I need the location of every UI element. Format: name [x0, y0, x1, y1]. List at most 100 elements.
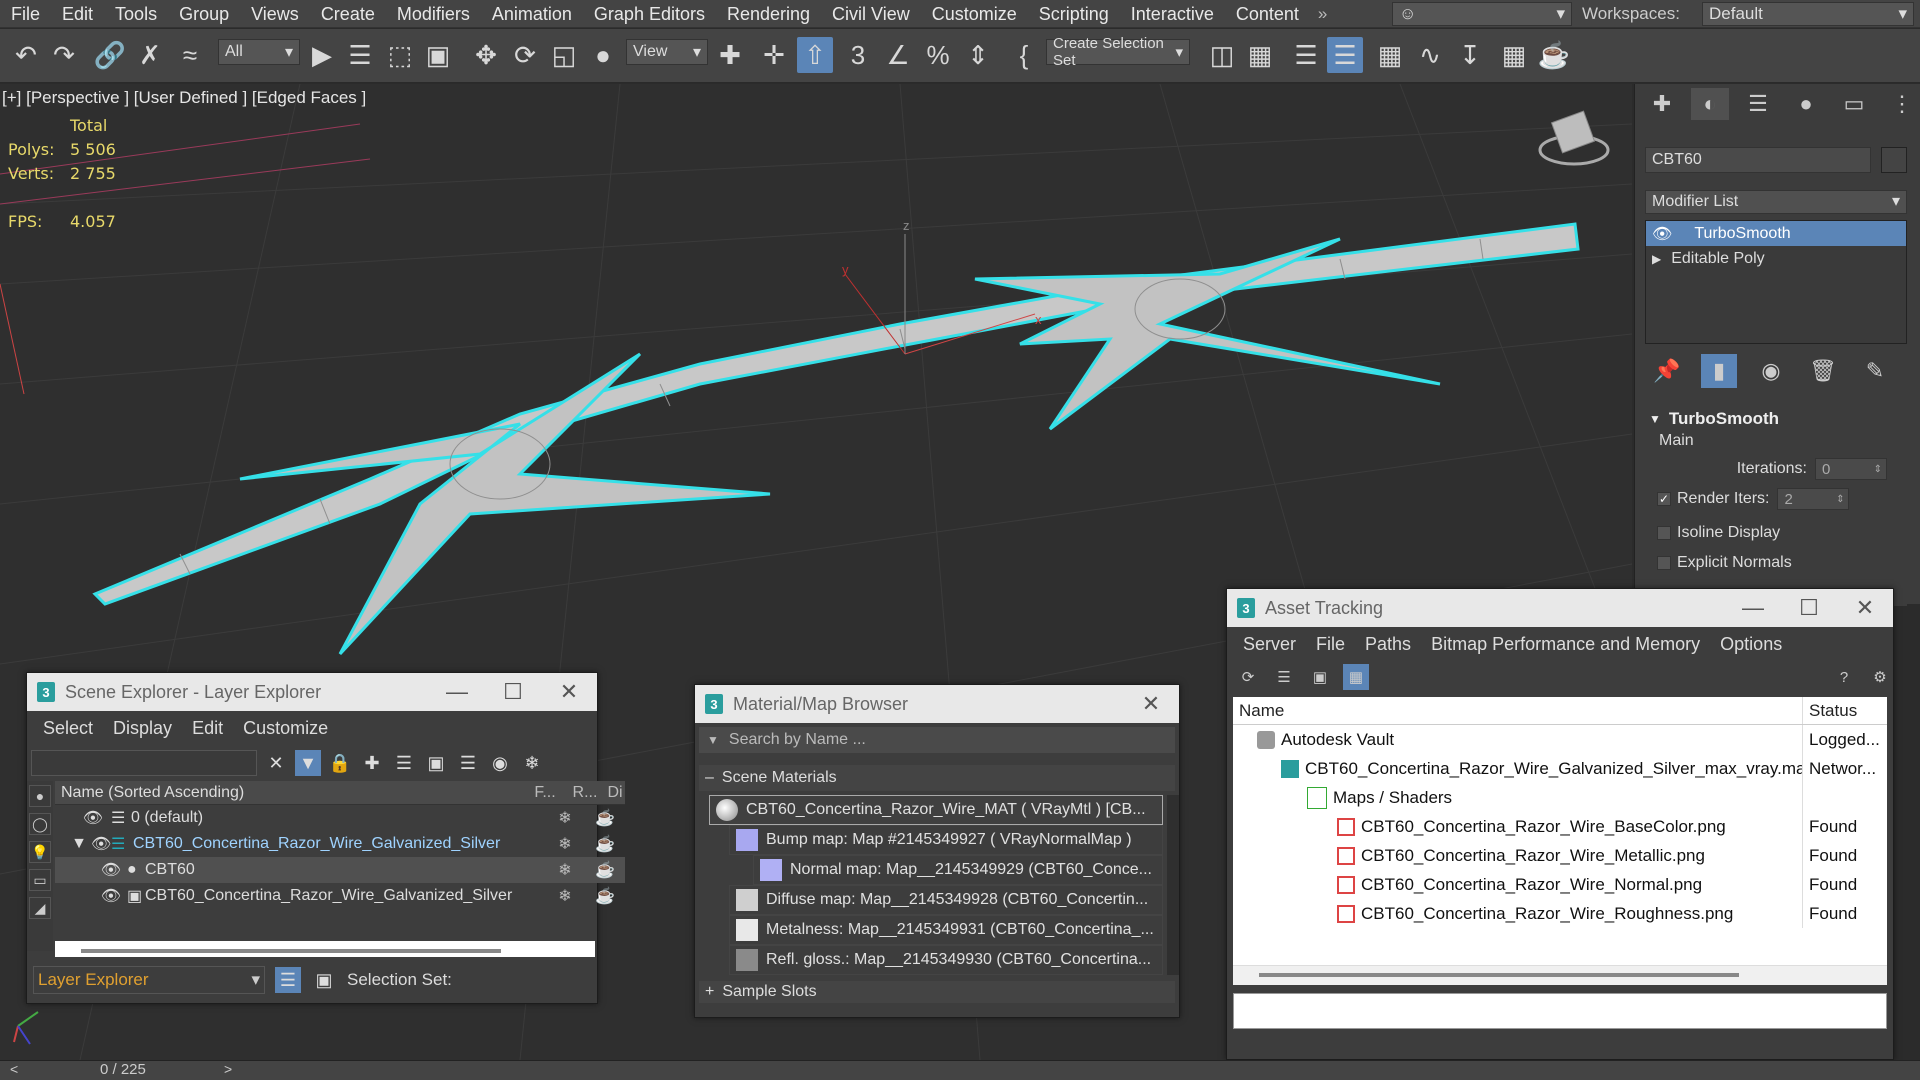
move-icon[interactable]: ✥ [468, 37, 504, 73]
freeze-icon[interactable]: ❄ [545, 860, 585, 880]
remove-modifier-icon[interactable]: 🗑 [1805, 354, 1841, 388]
object-row[interactable]: 👁 ● CBT60 ❄ ☕ [55, 857, 625, 883]
menu-overflow-button[interactable]: » [1310, 4, 1335, 24]
eye-icon[interactable]: 👁 [55, 860, 127, 880]
render-iters-spinner[interactable]: 2 ⇕ [1777, 488, 1850, 510]
menu-graph-editors[interactable]: Graph Editors [583, 0, 716, 28]
freeze-icon[interactable]: ❄ [545, 886, 585, 906]
rectangular-selection-icon[interactable]: ⬚ [382, 37, 418, 73]
layer-explorer-toggle-icon[interactable]: ☰ [1327, 37, 1363, 73]
table-view-icon[interactable]: ▦ [1343, 664, 1369, 690]
map-row[interactable]: Diffuse map: Map__2145349928 (CBT60_Conc… [729, 885, 1163, 915]
teapot-icon[interactable]: ☕ [585, 834, 625, 854]
asset-row[interactable]: CBT60_Concertina_Razor_Wire_Metallic.png… [1233, 841, 1887, 870]
lights-filter-icon[interactable]: 💡 [29, 841, 51, 863]
bind-space-warp-icon[interactable]: ≈ [172, 37, 208, 73]
list-view-icon[interactable]: ☰ [1271, 664, 1297, 690]
select-manipulate-icon[interactable]: ✛ [756, 37, 792, 73]
thumbnail-view-icon[interactable]: ▣ [1307, 664, 1333, 690]
asset-row[interactable]: Maps / Shaders [1233, 783, 1887, 812]
clear-search-icon[interactable]: ✕ [263, 750, 289, 776]
shapes-filter-icon[interactable]: ◯ [29, 813, 51, 835]
sample-slots-section[interactable]: + Sample Slots [699, 981, 1175, 1003]
material-row[interactable]: CBT60_Concertina_Razor_Wire_MAT ( VRayMt… [709, 795, 1163, 825]
stack-item-editable-poly[interactable]: ▶ Editable Poly [1646, 246, 1906, 271]
minimize-icon[interactable]: — [1725, 589, 1781, 627]
create-layer-icon[interactable]: ✚ [359, 750, 385, 776]
layers-icon[interactable]: ☰ [391, 750, 417, 776]
menu-options[interactable]: Options [1710, 634, 1792, 655]
place-icon[interactable]: ● [585, 37, 621, 73]
viewcube-icon[interactable] [1538, 110, 1610, 166]
map-row[interactable]: Metalness: Map__2145349931 (CBT60_Concer… [729, 915, 1163, 945]
menu-display[interactable]: Display [103, 718, 182, 739]
menu-file[interactable]: File [1306, 634, 1355, 655]
menu-customize[interactable]: Customize [921, 0, 1028, 28]
layer-stack-icon[interactable]: ☰ [455, 750, 481, 776]
next-frame-icon[interactable]: > [224, 1061, 232, 1077]
vertical-scrollbar[interactable] [1167, 795, 1179, 975]
previous-frame-icon[interactable]: < [10, 1061, 18, 1077]
menu-interactive[interactable]: Interactive [1120, 0, 1225, 28]
snaps-toggle-icon[interactable]: 3 [840, 37, 876, 73]
make-unique-icon[interactable]: ◉ [1753, 354, 1789, 388]
menu-modifiers[interactable]: Modifiers [386, 0, 481, 28]
angle-snap-icon[interactable]: ∠ [880, 37, 916, 73]
motion-tab-icon[interactable]: ● [1787, 88, 1825, 120]
lock-icon[interactable]: 🔒 [327, 750, 353, 776]
time-slider[interactable]: < 0 / 225 > [0, 1060, 1920, 1080]
asset-row[interactable]: CBT60_Concertina_Razor_Wire_Normal.png F… [1233, 870, 1887, 899]
col-render-header[interactable]: R... [565, 784, 605, 802]
menu-bitmap-performance[interactable]: Bitmap Performance and Memory [1421, 634, 1710, 655]
geometry-filter-icon[interactable]: ● [29, 785, 51, 807]
asset-tracking-titlebar[interactable]: 3 Asset Tracking — ☐ ✕ [1227, 589, 1893, 627]
workspace-select[interactable]: Default ▾ [1702, 2, 1914, 26]
menu-create[interactable]: Create [310, 0, 386, 28]
render-setup-icon[interactable]: ☕ [1536, 37, 1572, 73]
layer-row[interactable]: ▼ 👁 ☰ CBT60_Concertina_Razor_Wire_Galvan… [55, 831, 625, 857]
close-icon[interactable]: ✕ [541, 673, 597, 711]
iterations-spinner[interactable]: 0 ⇕ [1815, 458, 1887, 480]
eye-icon[interactable]: 👁 [91, 834, 111, 854]
selection-filter-dropdown[interactable]: All ▾ [218, 39, 300, 65]
menu-server[interactable]: Server [1233, 634, 1306, 655]
material-browser-titlebar[interactable]: 3 Material/Map Browser ✕ [695, 685, 1179, 723]
menu-paths[interactable]: Paths [1355, 634, 1421, 655]
menu-customize[interactable]: Customize [233, 718, 338, 739]
close-icon[interactable]: ✕ [1837, 589, 1893, 627]
configure-modifier-sets-icon[interactable]: ✎ [1857, 354, 1893, 388]
col-name-header[interactable]: Name (Sorted Ascending) [55, 784, 525, 802]
align-icon[interactable]: ▦ [1242, 37, 1278, 73]
freeze-icon[interactable]: ❄ [545, 834, 585, 854]
close-icon[interactable]: ✕ [1123, 685, 1179, 723]
isoline-display-checkbox[interactable] [1657, 526, 1671, 540]
pivot-center-icon[interactable]: ✚ [712, 37, 748, 73]
eye-icon[interactable]: 👁 [1652, 224, 1672, 244]
explicit-normals-checkbox[interactable] [1657, 556, 1671, 570]
freeze-icon[interactable]: ❄ [545, 808, 585, 828]
material-editor-icon[interactable]: ▦ [1496, 37, 1532, 73]
hierarchy-icon[interactable]: ▣ [311, 967, 337, 993]
freeze-icon[interactable]: ❄ [519, 750, 545, 776]
percent-snap-icon[interactable]: % [920, 37, 956, 73]
rotate-icon[interactable]: ⟳ [507, 37, 543, 73]
eye-icon[interactable]: 👁 [55, 808, 111, 828]
menu-scripting[interactable]: Scripting [1028, 0, 1120, 28]
filter-icon[interactable]: ▼ [295, 750, 321, 776]
helpers-filter-icon[interactable]: ◢ [29, 897, 51, 919]
viewport-label[interactable]: [+] [Perspective ] [User Defined ] [Edge… [2, 88, 366, 108]
col-display-header[interactable]: Di [605, 784, 625, 802]
help-icon[interactable]: ? [1831, 664, 1857, 690]
cameras-filter-icon[interactable]: ▭ [29, 869, 51, 891]
asset-row[interactable]: CBT60_Concertina_Razor_Wire_Roughness.pn… [1233, 899, 1887, 928]
unlink-icon[interactable]: ✗ [132, 37, 168, 73]
mirror-icon[interactable]: ◫ [1204, 37, 1240, 73]
toggle-ribbon-icon[interactable]: ▦ [1372, 37, 1408, 73]
pin-stack-icon[interactable]: 📌 [1649, 354, 1685, 388]
asset-row[interactable]: CBT60_Concertina_Razor_Wire_BaseColor.pn… [1233, 812, 1887, 841]
layers-icon[interactable]: ☰ [275, 967, 301, 993]
object-color-swatch[interactable] [1881, 147, 1907, 173]
window-crossing-icon[interactable]: ▣ [420, 37, 456, 73]
link-icon[interactable]: 🔗 [92, 37, 128, 73]
menu-edit[interactable]: Edit [182, 718, 233, 739]
